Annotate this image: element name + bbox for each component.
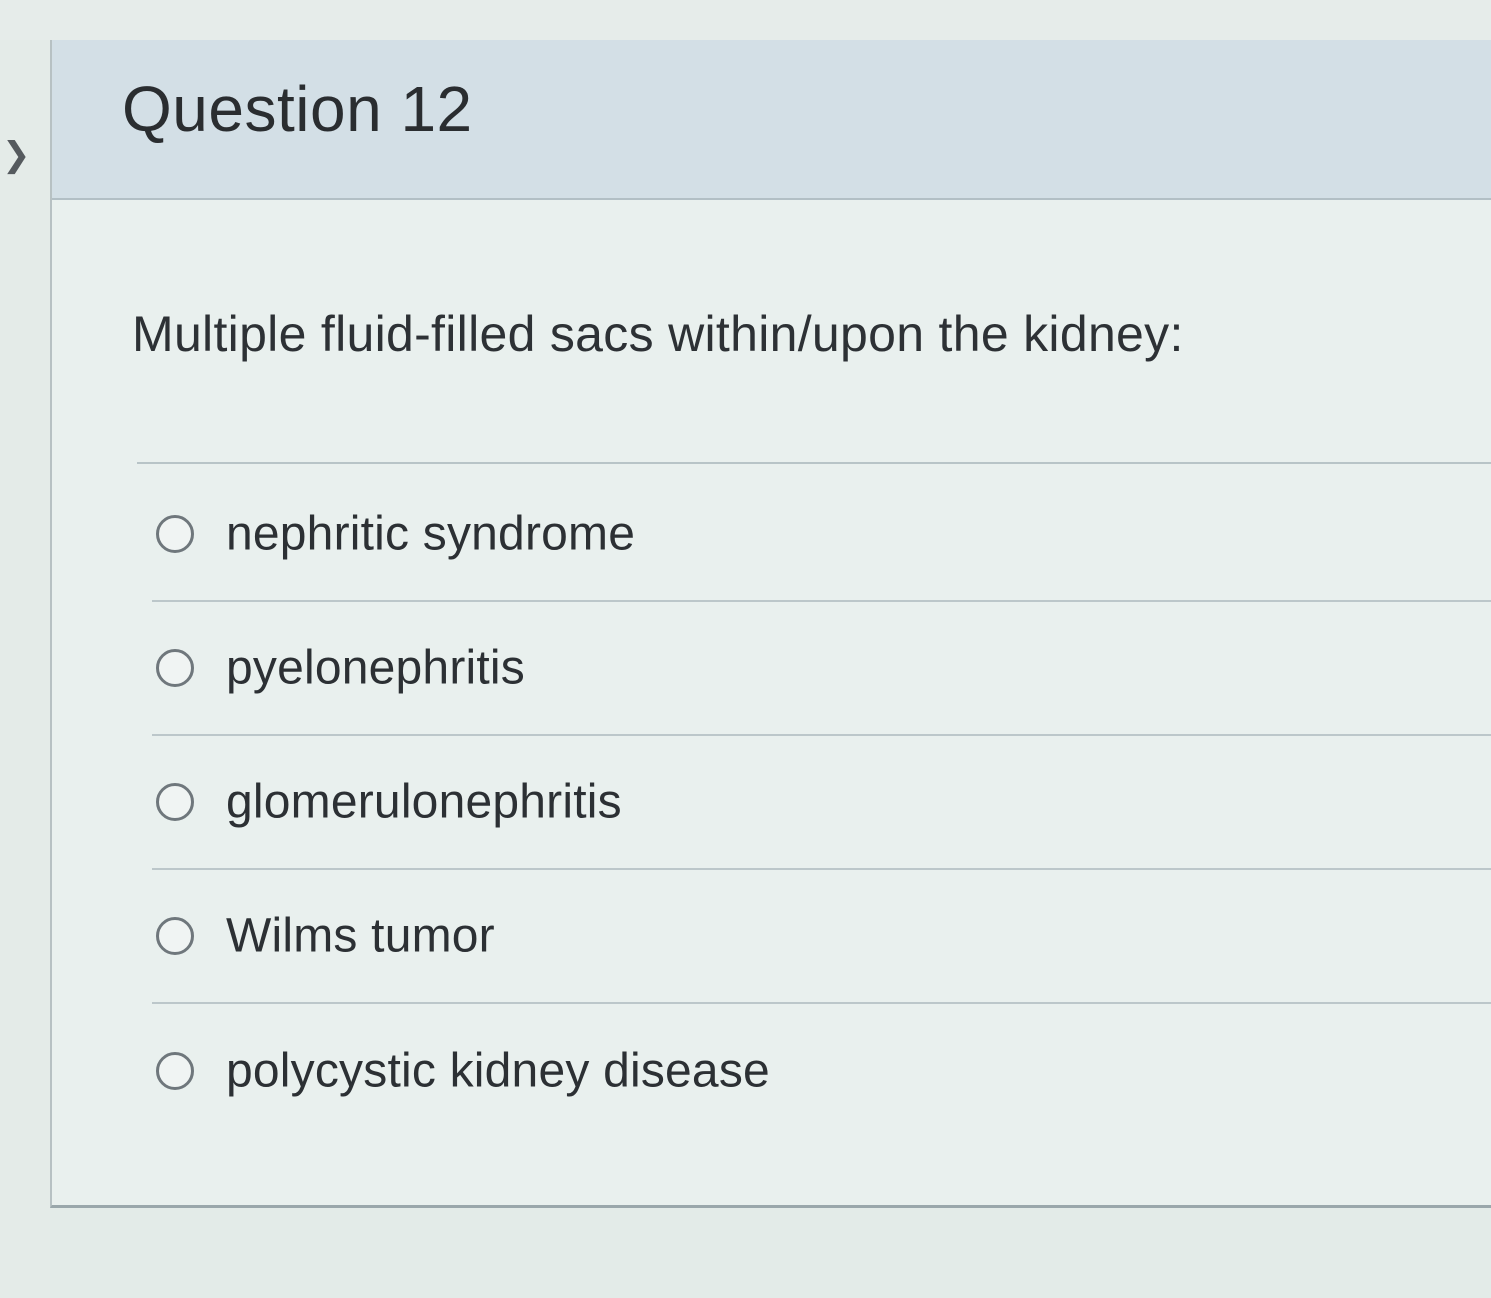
answer-option-glomerulonephritis[interactable]: glomerulonephritis [152, 736, 1491, 870]
radio-button[interactable] [156, 649, 194, 687]
left-gutter: ❯ [0, 40, 50, 1298]
question-title: Question 12 [122, 73, 473, 145]
option-label[interactable]: pyelonephritis [226, 641, 525, 696]
radio-button[interactable] [156, 917, 194, 955]
question-card: Question 12 Multiple fluid-filled sacs w… [50, 40, 1491, 1208]
answer-option-pyelonephritis[interactable]: pyelonephritis [152, 602, 1491, 736]
option-label[interactable]: glomerulonephritis [226, 775, 622, 830]
radio-button[interactable] [156, 1052, 194, 1090]
answer-option-nephritic-syndrome[interactable]: nephritic syndrome [152, 468, 1491, 602]
question-header: Question 12 [52, 40, 1491, 200]
option-label[interactable]: polycystic kidney disease [226, 1044, 770, 1099]
question-prompt: Multiple fluid-filled sacs within/upon t… [132, 306, 1184, 362]
divider [137, 462, 1491, 464]
answer-option-wilms-tumor[interactable]: Wilms tumor [152, 870, 1491, 1004]
option-label[interactable]: nephritic syndrome [226, 507, 635, 562]
radio-button[interactable] [156, 783, 194, 821]
page-top-strip [0, 0, 1491, 40]
option-label[interactable]: Wilms tumor [226, 909, 495, 964]
radio-button[interactable] [156, 515, 194, 553]
chevron-right-icon[interactable]: ❯ [2, 138, 31, 172]
answer-option-polycystic-kidney-disease[interactable]: polycystic kidney disease [152, 1004, 1491, 1138]
